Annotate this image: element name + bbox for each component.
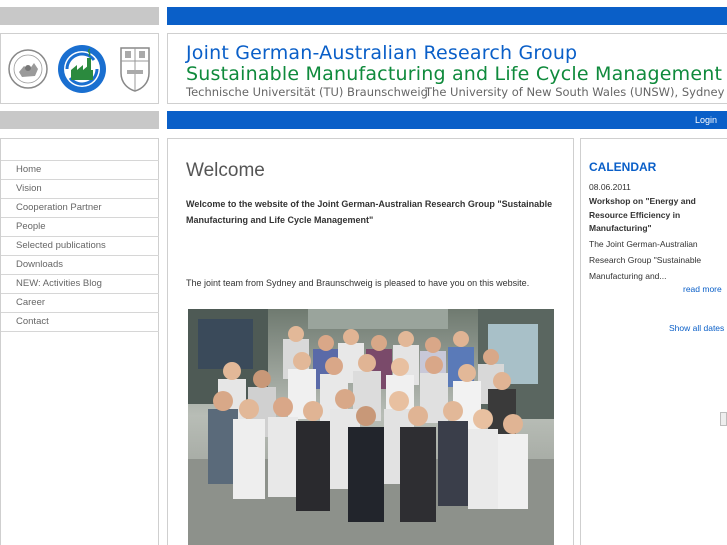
mid-left-gray-bar — [0, 111, 159, 129]
main-content: Welcome Welcome to the website of the Jo… — [167, 138, 574, 545]
recycling-factory-icon — [58, 45, 106, 93]
unsw-crest-icon — [120, 47, 150, 92]
university-unsw: The University of New South Wales (UNSW)… — [425, 85, 725, 99]
logo-box — [0, 33, 159, 104]
nav-item-downloads[interactable]: Downloads — [1, 256, 159, 275]
event-summary: The Joint German-Australian Research Gro… — [589, 239, 702, 281]
scrollbar-handle[interactable] — [720, 412, 727, 426]
login-link[interactable]: Login — [695, 115, 717, 125]
show-all-dates-link[interactable]: Show all dates — [669, 323, 724, 333]
welcome-intro: Welcome to the website of the Joint Germ… — [186, 199, 553, 225]
site-title: Joint German-Australian Research Group — [186, 42, 578, 64]
nav-item-selected-publications[interactable]: Selected publications — [1, 237, 159, 256]
sidebar-nav: Home Vision Cooperation Partner People S… — [0, 138, 159, 545]
nav-item-cooperation-partner[interactable]: Cooperation Partner — [1, 199, 159, 218]
team-photo — [188, 309, 554, 545]
mid-blue-bar — [167, 111, 727, 129]
event-date: 08.06.2011 — [589, 182, 631, 192]
calendar-heading: CALENDAR — [589, 160, 657, 174]
nav-item-activities-blog[interactable]: NEW: Activities Blog — [1, 275, 159, 294]
nav-item-contact[interactable]: Contact — [1, 313, 159, 332]
nav-item-home[interactable]: Home — [1, 161, 159, 180]
tu-braunschweig-seal-icon — [8, 49, 48, 89]
top-blue-bar — [167, 7, 727, 25]
site-subtitle: Sustainable Manufacturing and Life Cycle… — [186, 63, 723, 85]
university-tu-braunschweig: Technische Universität (TU) Braunschweig — [186, 85, 428, 99]
welcome-greeting: The joint team from Sydney and Braunschw… — [186, 278, 530, 288]
nav-item-career[interactable]: Career — [1, 294, 159, 313]
page-title: Welcome — [186, 160, 265, 181]
nav-item-people[interactable]: People — [1, 218, 159, 237]
top-left-gray-bar — [0, 7, 159, 25]
calendar-panel: CALENDAR 08.06.2011 Workshop on "Energy … — [580, 138, 727, 545]
nav-item-vision[interactable]: Vision — [1, 180, 159, 199]
nav-list: Home Vision Cooperation Partner People S… — [1, 160, 159, 332]
read-more-link[interactable]: read more — [683, 284, 722, 294]
event-title: Workshop on "Energy and Resource Efficie… — [589, 196, 696, 233]
site-header: Joint German-Australian Research Group S… — [167, 33, 727, 104]
